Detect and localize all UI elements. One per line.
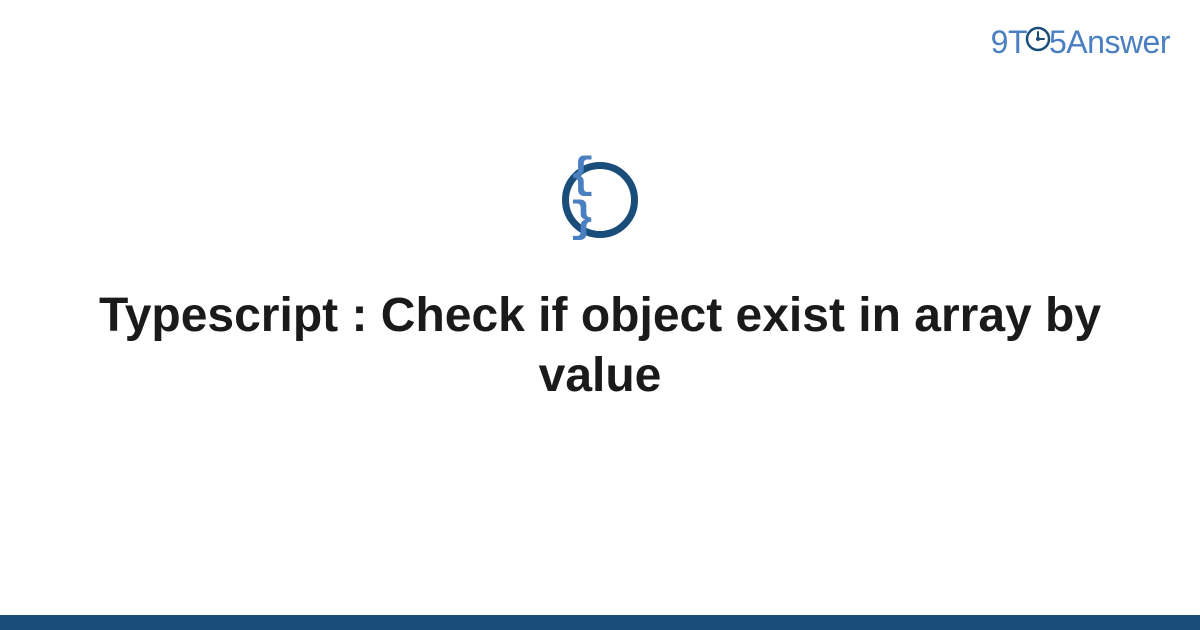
page-title: Typescript : Check if object exist in ar…: [0, 286, 1200, 406]
code-braces-icon: { }: [562, 162, 638, 238]
brand-five: 5: [1049, 24, 1066, 60]
braces-glyph: { }: [569, 154, 631, 242]
clock-icon: [1025, 23, 1051, 60]
category-icon: { }: [562, 162, 638, 238]
brand-answer: Answer: [1066, 24, 1170, 60]
brand-nine: 9: [991, 24, 1008, 60]
footer-accent-bar: [0, 615, 1200, 630]
site-brand: 9T5Answer: [991, 24, 1170, 63]
